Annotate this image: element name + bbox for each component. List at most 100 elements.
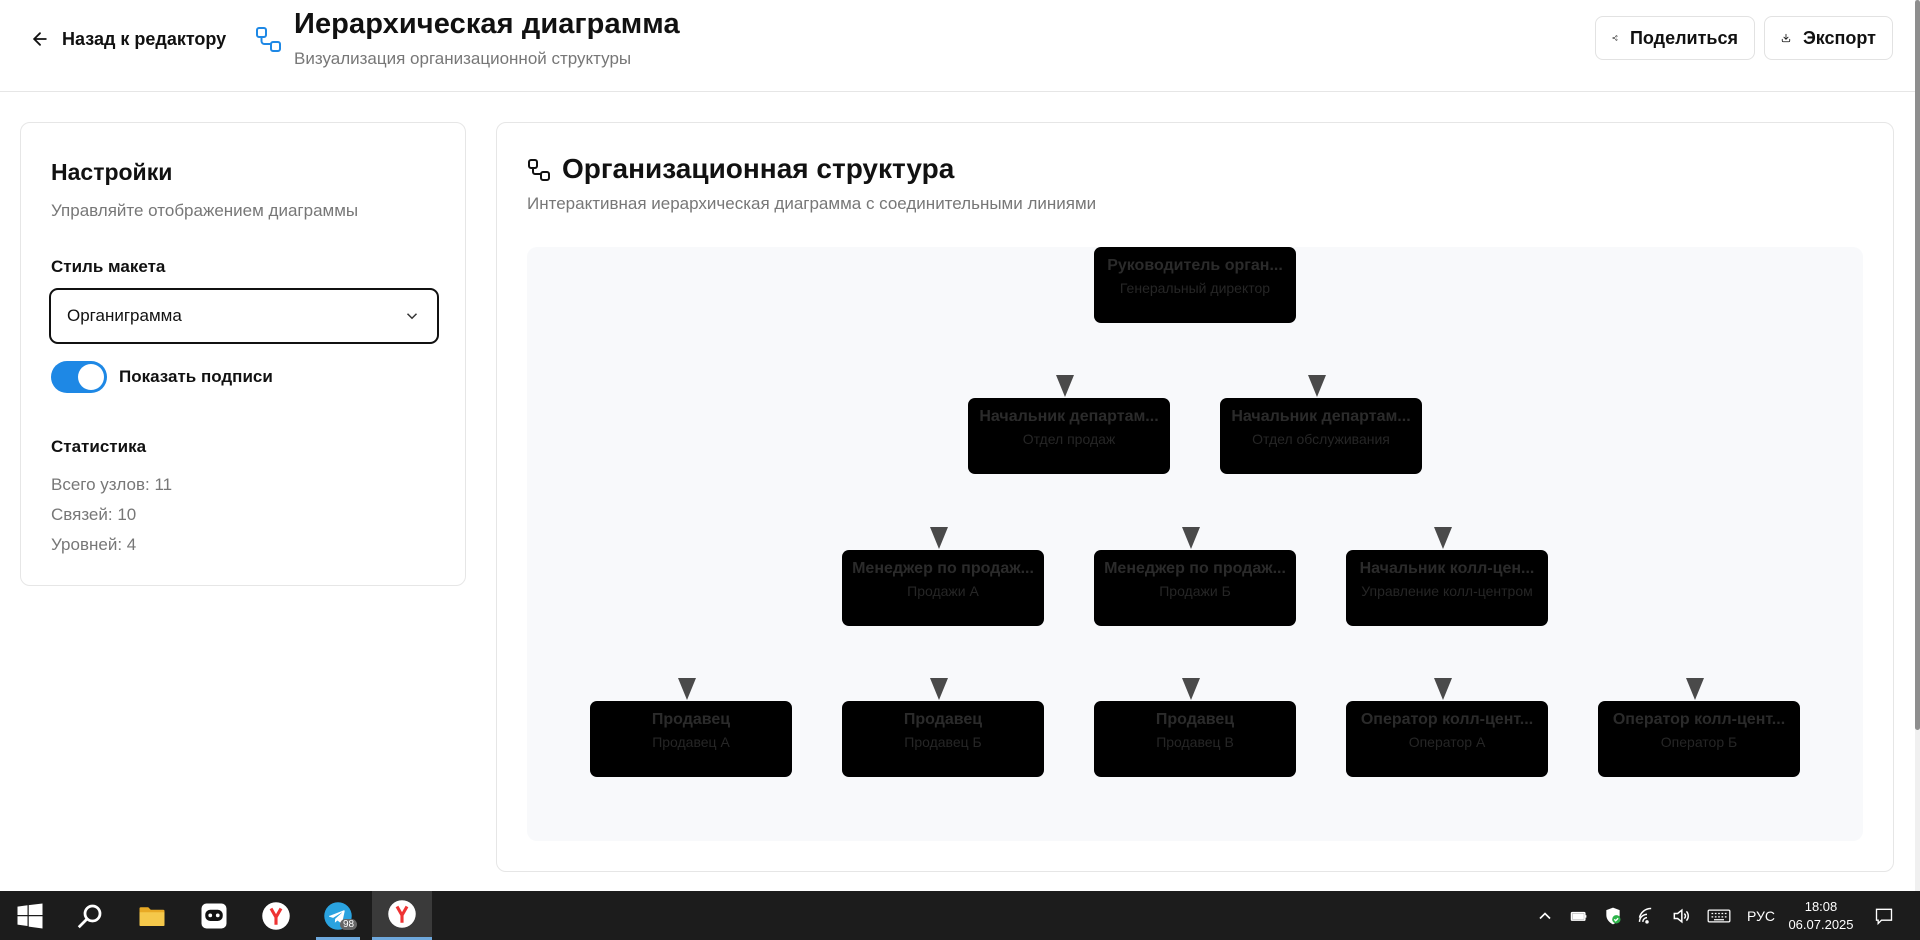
node-title: Руководитель орган...: [1107, 257, 1283, 274]
chevron-up-icon[interactable]: [1535, 906, 1555, 926]
search-icon: [77, 904, 102, 928]
node-title: Оператор колл-цент...: [1360, 711, 1534, 728]
node-subtitle: Отдел продаж: [1022, 431, 1116, 447]
yandex-browser-icon: [388, 900, 416, 928]
connector-arrow: [1182, 527, 1200, 549]
yandex-browser-taskbar-button[interactable]: [246, 891, 306, 940]
org-node[interactable]: Менеджер по продаж... Продажи А: [842, 550, 1044, 626]
security-shield-icon[interactable]: [1603, 906, 1623, 926]
settings-description: Управляйте отображением диаграммы: [51, 201, 359, 220]
node-title: Начальник департам...: [1231, 408, 1411, 425]
telegram-taskbar-button[interactable]: [308, 891, 368, 940]
org-node[interactable]: Продавец Продавец В: [1094, 701, 1296, 777]
node-title: Начальник департам...: [979, 408, 1159, 425]
org-node[interactable]: Руководитель орган... Генеральный директ…: [1094, 247, 1296, 323]
connector-arrow: [1434, 527, 1452, 549]
yandex-browser-active-taskbar-button[interactable]: [372, 891, 432, 940]
connector-arrow: [1056, 375, 1074, 397]
node-title: Начальник колл-цен...: [1359, 560, 1535, 577]
diagram-canvas[interactable]: Руководитель орган... Генеральный директ…: [527, 247, 1863, 841]
connector-arrow: [678, 678, 696, 700]
search-taskbar-button[interactable]: [60, 891, 120, 940]
folder-icon: [139, 906, 165, 926]
share-button[interactable]: Поделиться: [1595, 16, 1755, 60]
page-subtitle: Визуализация организационной структуры: [294, 49, 632, 68]
connector-arrow: [1686, 678, 1704, 700]
node-subtitle: Продавец Б: [904, 734, 982, 750]
show-labels-toggle[interactable]: [51, 361, 107, 393]
stat-total-nodes: Всего узлов: 11: [51, 475, 173, 494]
node-title: Продавец: [903, 711, 983, 728]
connector-arrow: [1308, 375, 1326, 397]
diagram-title: Организационная структура: [562, 153, 955, 184]
diagram-panel: Организационная структура Интерактивная …: [496, 122, 1894, 872]
org-node[interactable]: Начальник департам... Отдел продаж: [968, 398, 1170, 474]
org-node[interactable]: Оператор колл-цент... Оператор Б: [1598, 701, 1800, 777]
toggle-knob: [78, 364, 104, 390]
volume-icon[interactable]: [1671, 906, 1691, 926]
keyboard-icon[interactable]: [1705, 906, 1733, 926]
battery-icon[interactable]: [1569, 906, 1589, 926]
layout-style-select[interactable]: Органиграмма: [49, 288, 439, 344]
stat-levels: Уровней: 4: [51, 535, 137, 554]
node-subtitle: Оператор Б: [1660, 734, 1738, 750]
node-subtitle: Продавец В: [1156, 734, 1234, 750]
node-subtitle: Управление колл-центром: [1361, 583, 1533, 599]
hierarchy-icon: [528, 159, 550, 181]
file-explorer-taskbar-button[interactable]: [122, 891, 182, 940]
node-subtitle: Отдел обслуживания: [1252, 431, 1390, 447]
top-header: Назад к редактору Иерархическая диаграмм…: [0, 0, 1915, 92]
telegram-unread-badge: 98: [340, 919, 358, 930]
org-node[interactable]: Начальник колл-цен... Управление колл-це…: [1346, 550, 1548, 626]
hierarchy-icon: [256, 27, 281, 52]
node-subtitle: Генеральный директор: [1119, 280, 1271, 296]
org-node[interactable]: Менеджер по продаж... Продажи Б: [1094, 550, 1296, 626]
notification-icon: [1875, 908, 1893, 925]
scrollbar-thumb[interactable]: [1915, 0, 1920, 730]
node-title: Продавец: [651, 711, 731, 728]
node-subtitle: Продажи А: [907, 583, 979, 599]
org-node[interactable]: Оператор колл-цент... Оператор А: [1346, 701, 1548, 777]
node-subtitle: Продавец А: [652, 734, 730, 750]
show-labels-row: Показать подписи: [51, 361, 273, 393]
back-to-editor-link[interactable]: Назад к редактору: [30, 24, 226, 54]
back-to-editor-label: Назад к редактору: [62, 28, 227, 49]
download-icon: [1781, 33, 1791, 43]
share-icon: [1612, 35, 1618, 41]
chevron-down-icon: [406, 313, 418, 320]
statistics-title: Статистика: [51, 437, 147, 456]
connector-arrow: [930, 527, 948, 549]
org-node[interactable]: Начальник департам... Отдел обслуживания: [1220, 398, 1422, 474]
export-button-label: Экспорт: [1802, 27, 1876, 48]
app-taskbar-button[interactable]: [184, 891, 244, 940]
settings-panel: Настройки Управляйте отображением диагра…: [20, 122, 466, 586]
node-title: Менеджер по продаж...: [852, 560, 1034, 577]
system-tray: РУС: [1535, 891, 1775, 940]
settings-title: Настройки: [51, 159, 173, 185]
clock-date: 06.07.2025: [1788, 916, 1854, 932]
page-title: Иерархическая диаграмма: [294, 8, 680, 40]
input-language[interactable]: РУС: [1747, 908, 1775, 924]
share-button-label: Поделиться: [1629, 27, 1738, 48]
start-button[interactable]: [0, 891, 60, 940]
org-node[interactable]: Продавец Продавец А: [590, 701, 792, 777]
stat-links: Связей: 10: [51, 505, 137, 524]
org-node[interactable]: Продавец Продавец Б: [842, 701, 1044, 777]
node-subtitle: Продажи Б: [1159, 583, 1231, 599]
arrow-left-icon: [33, 32, 47, 46]
robot-app-icon: [201, 903, 227, 928]
export-button[interactable]: Экспорт: [1764, 16, 1893, 60]
windows-logo-icon: [17, 903, 43, 928]
clock[interactable]: 18:08 06.07.2025: [1776, 891, 1866, 940]
node-title: Менеджер по продаж...: [1104, 560, 1286, 577]
yandex-browser-icon: [262, 901, 290, 930]
connector-arrow: [1434, 678, 1452, 700]
notifications-button[interactable]: [1864, 891, 1904, 940]
layout-style-label: Стиль макета: [51, 257, 166, 276]
connector-arrow: [1182, 678, 1200, 700]
wifi-icon[interactable]: [1637, 906, 1657, 926]
node-title: Продавец: [1155, 711, 1235, 728]
connector-arrow: [930, 678, 948, 700]
node-subtitle: Оператор А: [1408, 734, 1486, 750]
diagram-description: Интерактивная иерархическая диаграмма с …: [527, 194, 1097, 213]
